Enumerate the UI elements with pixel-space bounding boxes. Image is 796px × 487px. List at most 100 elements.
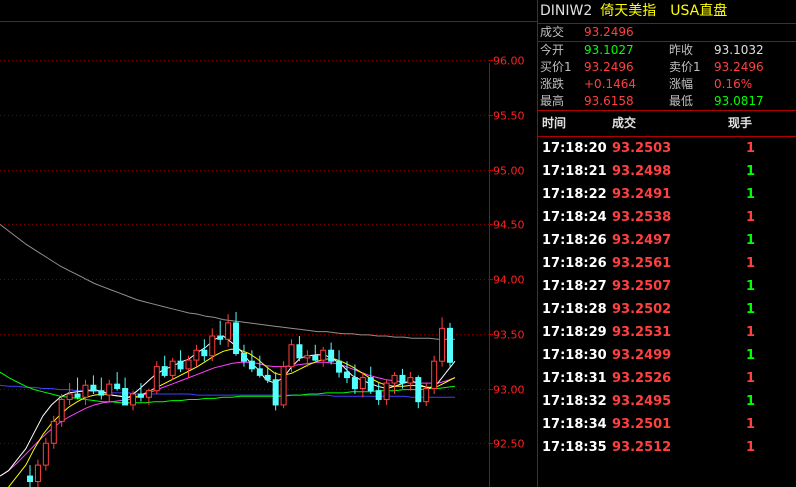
open-label: 今开 <box>540 43 565 57</box>
candle-body <box>296 344 303 359</box>
tick-time: 17:18:26 <box>542 256 607 271</box>
candle-body <box>145 390 152 398</box>
candle-body <box>328 349 335 362</box>
quote-row-high-low: 最高 93.6158 最低 93.0817 <box>538 93 796 110</box>
open-value: 93.1027 <box>584 43 634 57</box>
tick-row[interactable]: 17:18:34 93.2501 1 <box>538 413 796 436</box>
tick-time: 17:18:28 <box>542 302 607 317</box>
tick-volume: 1 <box>746 279 756 294</box>
candle-body <box>359 377 366 390</box>
tick-price: 93.2501 <box>612 417 672 432</box>
tick-price: 93.2503 <box>612 141 672 156</box>
candle-body <box>201 349 208 357</box>
ma-longest-line <box>0 224 455 340</box>
kline-chart[interactable]: 96.00 95.50 95.00 94.50 94.00 93.50 93.00 92.50 <box>0 0 537 487</box>
tick-volume: 1 <box>746 371 756 386</box>
quote-row-change: 涨跌 +0.1464 涨幅 0.16% <box>538 76 796 93</box>
tick-price: 93.2491 <box>612 187 672 202</box>
tick-price: 93.2498 <box>612 164 672 179</box>
candle-body <box>122 388 129 406</box>
market-name: USA直盘 <box>670 3 728 19</box>
ma-long1-line <box>0 361 456 477</box>
price-tick-label: 93.00 <box>493 384 525 397</box>
tick-price: 93.2526 <box>612 371 672 386</box>
prev-close-value: 93.1032 <box>714 43 764 57</box>
tick-row[interactable]: 17:18:35 93.2512 1 <box>538 436 796 459</box>
tick-row[interactable]: 17:18:28 93.2502 1 <box>538 298 796 321</box>
tick-price: 93.2499 <box>612 348 672 363</box>
tick-time: 17:18:30 <box>542 348 607 363</box>
tick-row[interactable]: 17:18:26 93.2497 1 <box>538 229 796 252</box>
candle-body <box>415 377 422 403</box>
ticks-header: 时间 成交 现手 <box>538 110 796 137</box>
kline-chart-panel[interactable]: 96.00 95.50 95.00 94.50 94.00 93.50 93.00 92.50 <box>0 0 537 487</box>
tick-time: 17:18:27 <box>542 279 607 294</box>
tick-time: 17:18:34 <box>542 417 607 432</box>
candle-body <box>248 360 255 370</box>
tick-price: 93.2512 <box>612 440 672 455</box>
tick-row[interactable]: 17:18:31 93.2526 1 <box>538 367 796 390</box>
tick-price: 93.2561 <box>612 256 672 271</box>
tick-row[interactable]: 17:18:26 93.2561 1 <box>538 252 796 275</box>
tick-row[interactable]: 17:18:24 93.2538 1 <box>538 206 796 229</box>
candle-body <box>130 393 137 406</box>
candle-body <box>106 383 113 396</box>
change-pct-value: 0.16% <box>714 77 753 91</box>
tick-row[interactable]: 17:18:21 93.2498 1 <box>538 160 796 183</box>
candle-body <box>383 382 390 400</box>
candle-body <box>304 355 311 359</box>
candle-body <box>185 359 192 370</box>
tick-volume: 1 <box>746 302 756 317</box>
instrument-code: DINIW2 <box>540 3 593 19</box>
candle-body <box>90 384 97 392</box>
ma-short-line <box>0 335 456 477</box>
candle-body <box>177 360 184 370</box>
low-label: 最低 <box>669 94 694 108</box>
tick-price: 93.2507 <box>612 279 672 294</box>
candle-body <box>137 393 144 398</box>
tick-row[interactable]: 17:18:32 93.2495 1 <box>538 390 796 413</box>
price-tick-label: 96.00 <box>493 55 525 68</box>
tick-price: 93.2538 <box>612 210 672 225</box>
ticks-header-price: 成交 <box>612 116 637 130</box>
candle-body <box>399 374 406 384</box>
tick-time: 17:18:29 <box>542 325 607 340</box>
instrument-title: DINIW2 倚天美指 USA直盘 <box>538 0 796 24</box>
ma-mid-line <box>7 348 456 487</box>
candle-body <box>431 360 438 390</box>
candle-body <box>439 327 446 362</box>
change-pct-label: 涨幅 <box>669 77 694 91</box>
tick-volume: 1 <box>746 233 756 248</box>
tick-time: 17:18:32 <box>542 394 607 409</box>
tick-row[interactable]: 17:18:22 93.2491 1 <box>538 183 796 206</box>
high-value: 93.6158 <box>584 94 634 108</box>
candle-body <box>351 377 358 390</box>
price-tick-label: 92.50 <box>493 438 525 451</box>
ask-value: 93.2496 <box>714 60 764 74</box>
tick-list[interactable]: 17:18:20 93.2503 1 17:18:21 93.2498 1 17:18:22… <box>538 137 796 459</box>
bid-label: 买价1 <box>540 60 572 74</box>
price-tick-label: 95.00 <box>493 165 525 178</box>
high-label: 最高 <box>540 94 565 108</box>
tick-row[interactable]: 17:18:27 93.2507 1 <box>538 275 796 298</box>
candle-body <box>225 322 232 340</box>
candle-body <box>209 335 216 357</box>
bid-value: 93.2496 <box>584 60 634 74</box>
candle-body <box>320 349 327 361</box>
tick-volume: 1 <box>746 141 756 156</box>
tick-row[interactable]: 17:18:30 93.2499 1 <box>538 344 796 367</box>
candle-body <box>153 366 160 392</box>
candle-body <box>423 388 430 403</box>
tick-time: 17:18:26 <box>542 233 607 248</box>
quote-row-open: 今开 93.1027 昨收 93.1032 <box>538 41 796 59</box>
candle-body <box>256 368 263 376</box>
change-value: +0.1464 <box>584 77 637 91</box>
tick-price: 93.2497 <box>612 233 672 248</box>
tick-row[interactable]: 17:18:29 93.2531 1 <box>538 321 796 344</box>
candle-body <box>161 366 168 376</box>
candle-body <box>447 327 453 363</box>
tick-time: 17:18:20 <box>542 141 607 156</box>
ticks-header-time: 时间 <box>542 116 567 130</box>
candle-body <box>50 420 57 444</box>
tick-row[interactable]: 17:18:20 93.2503 1 <box>538 137 796 160</box>
